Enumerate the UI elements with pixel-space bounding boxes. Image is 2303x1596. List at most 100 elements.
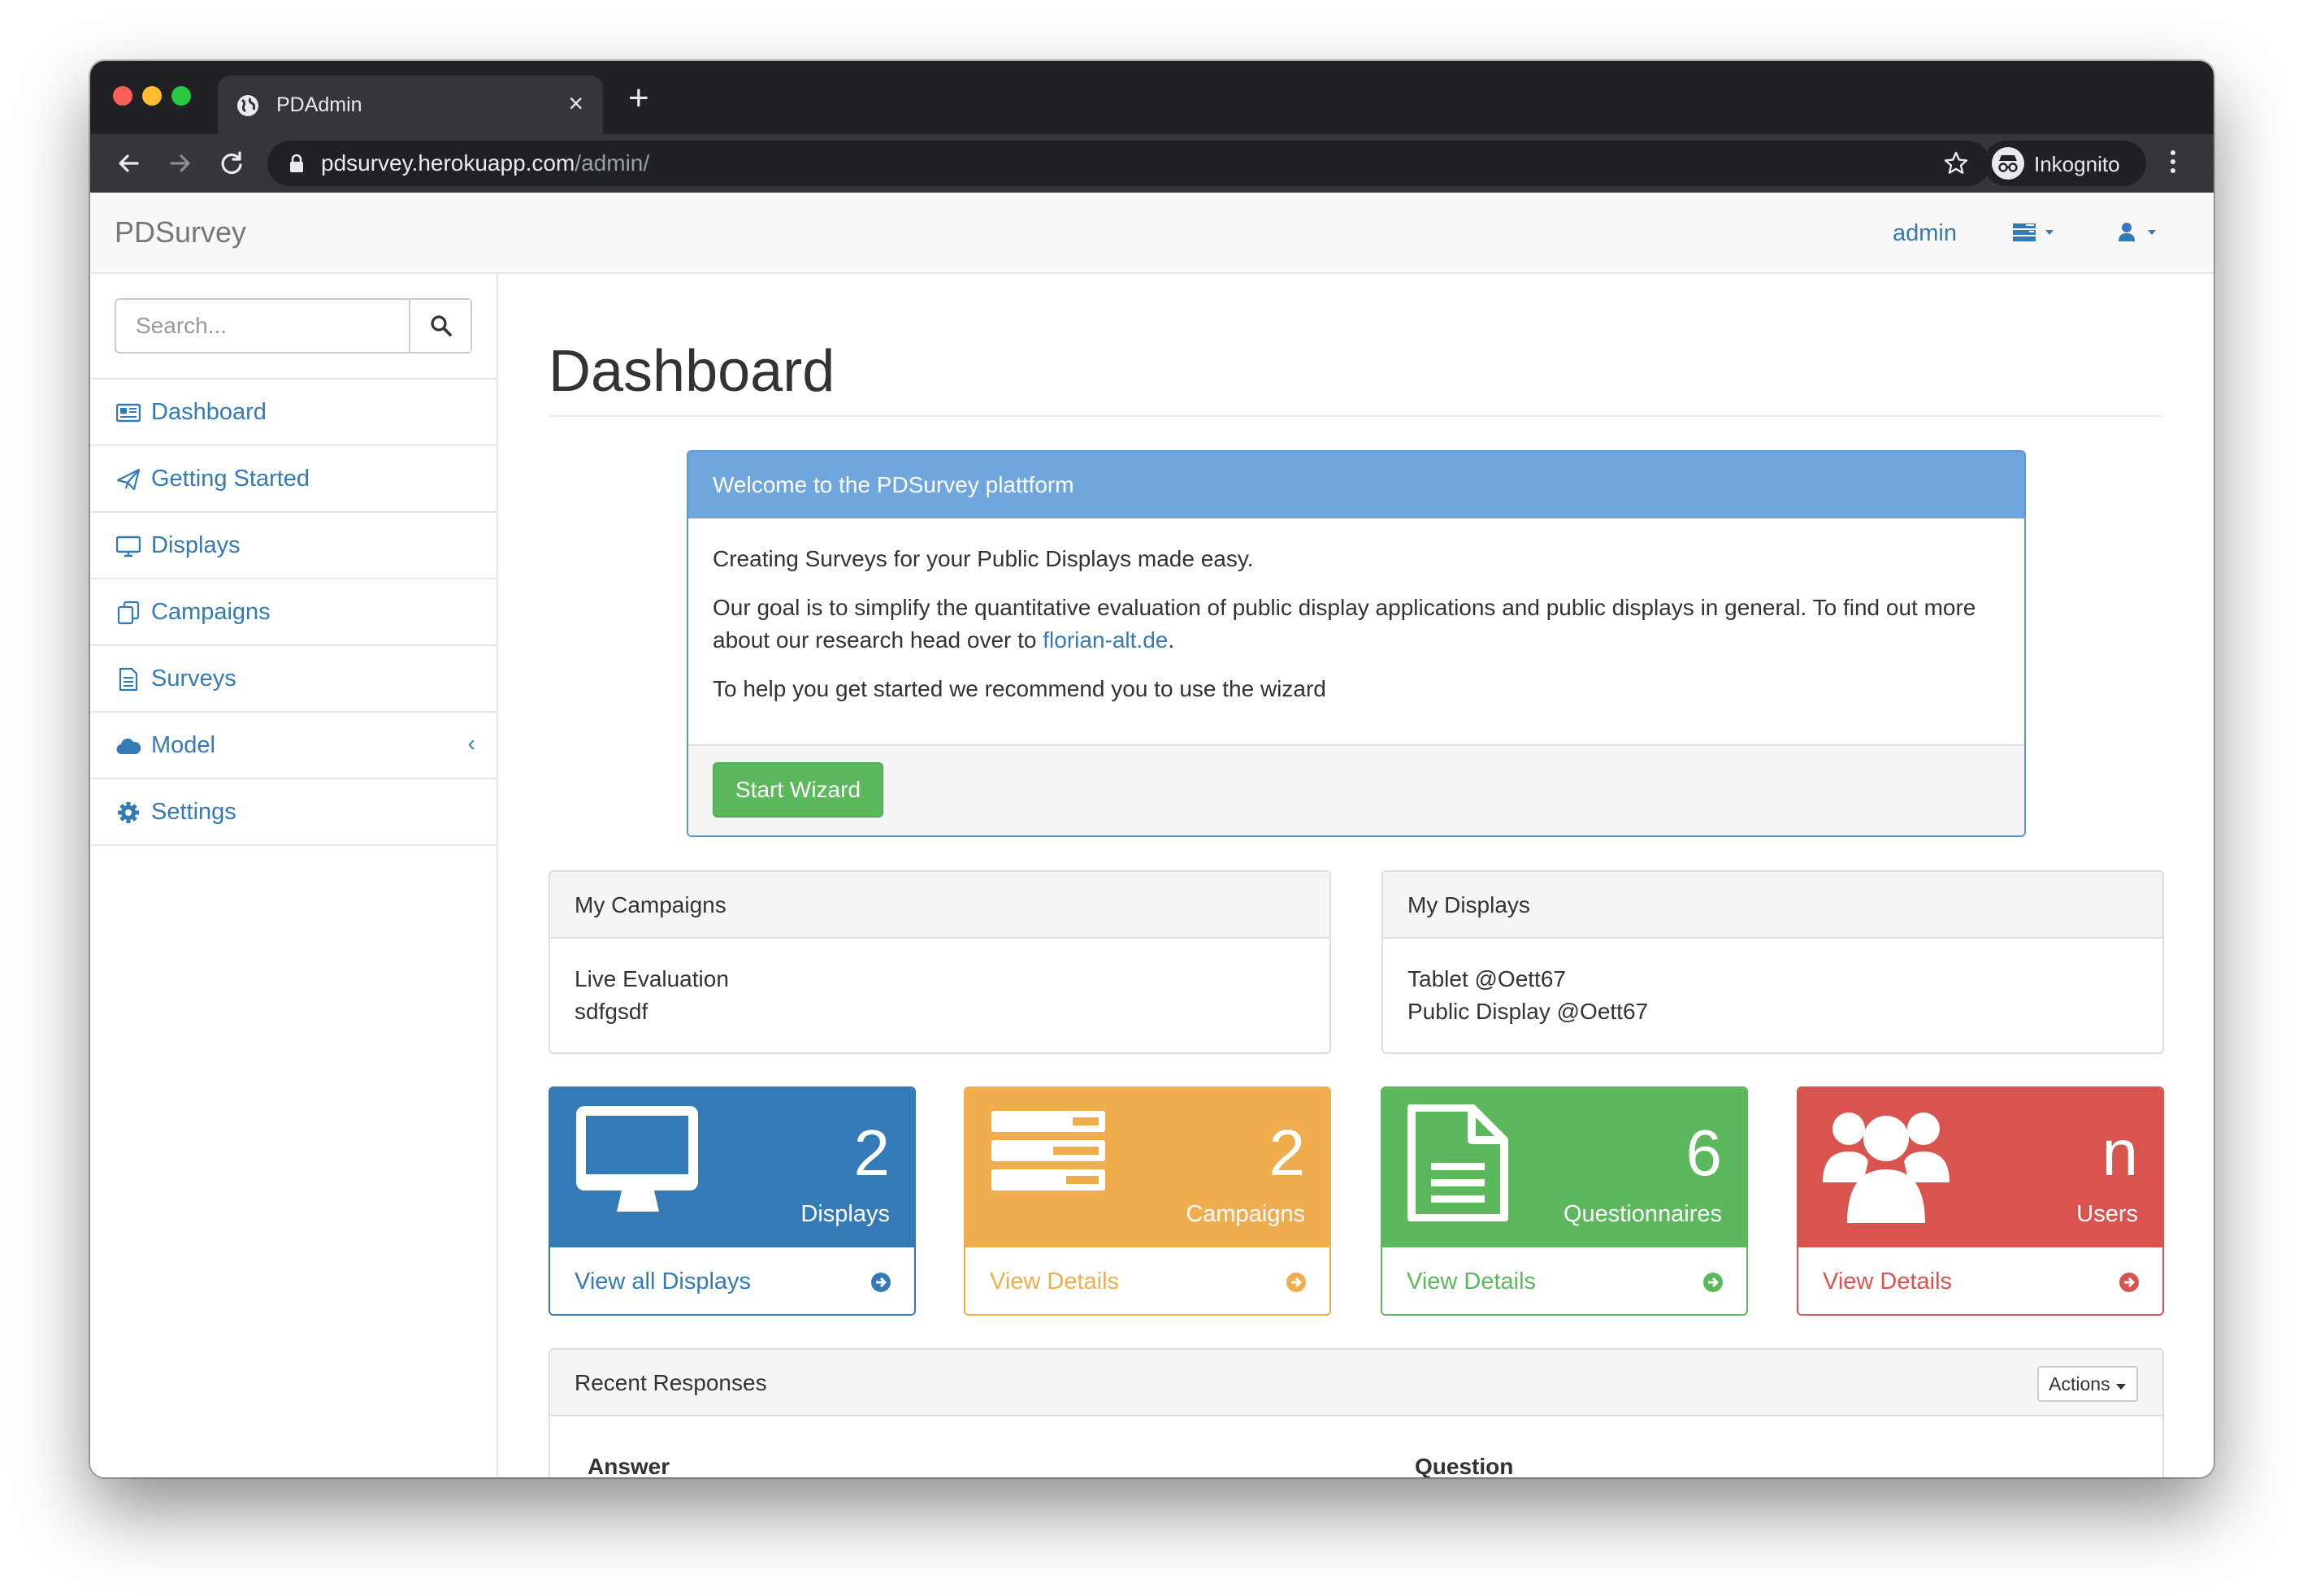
campaign-item: sdfgsdf — [575, 999, 648, 1024]
questionnaires-count: 6 — [1685, 1117, 1723, 1189]
tasks-icon — [991, 1111, 1105, 1190]
page-viewport: PDSurvey admin Search... Dashboard Getti… — [90, 193, 2214, 1477]
search-icon — [431, 315, 452, 336]
incognito-profile-button[interactable]: Inkognito — [1984, 141, 2146, 186]
maximize-window-button[interactable] — [171, 86, 191, 106]
browser-menu-icon[interactable] — [2171, 150, 2179, 177]
sidebar: Dashboard Getting Started Displays — [90, 274, 498, 1477]
lock-icon — [290, 154, 303, 172]
dashboard-icon — [116, 403, 141, 423]
florian-alt-link[interactable]: florian-alt.de — [1043, 627, 1168, 653]
chevron-left-icon: ‹ — [467, 731, 475, 756]
users-view-details-link[interactable]: View Details — [1798, 1247, 2162, 1314]
welcome-body: Creating Surveys for your Public Display… — [688, 518, 2024, 705]
browser-toolbar: pdsurvey.herokuapp.com/admin/ Inkognito — [90, 134, 2214, 193]
display-item: Tablet @Oett67 — [1407, 966, 1566, 991]
users-label: Users — [2076, 1201, 2138, 1227]
recent-responses-heading: Recent Responses — [575, 1370, 767, 1395]
sidebar-item-dashboard[interactable]: Dashboard — [90, 379, 497, 446]
cloud-icon — [116, 738, 141, 755]
tab-strip: PDAdmin × + — [90, 61, 2214, 134]
close-window-button[interactable] — [113, 86, 132, 106]
displays-label: Displays — [800, 1201, 890, 1227]
new-tab-button[interactable]: + — [628, 80, 649, 116]
users-count: n — [2101, 1117, 2139, 1189]
top-navbar: PDSurvey admin — [90, 193, 2214, 274]
welcome-heading: Welcome to the PDSurvey plattform — [688, 452, 2024, 518]
sidebar-item-surveys[interactable]: Surveys — [90, 646, 497, 713]
sidebar-search — [115, 298, 472, 353]
my-campaigns-heading: My Campaigns — [550, 872, 1329, 939]
monitor-icon — [116, 536, 141, 557]
search-input[interactable] — [116, 300, 410, 352]
campaigns-label: Campaigns — [1186, 1201, 1305, 1227]
browser-window: PDAdmin × + pdsurvey.herokuapp.com/admin… — [90, 61, 2214, 1477]
arrow-circle-right-icon — [871, 1273, 891, 1292]
recent-responses-panel: Recent Responses Actions Answer Question — [549, 1348, 2164, 1477]
sidebar-item-displays[interactable]: Displays — [90, 513, 497, 579]
welcome-footer: Start Wizard — [688, 744, 2024, 835]
questionnaires-view-details-link[interactable]: View Details — [1382, 1247, 1746, 1314]
back-icon[interactable] — [113, 147, 145, 180]
address-bar[interactable]: pdsurvey.herokuapp.com/admin/ — [267, 141, 1990, 186]
main-content: Dashboard Welcome to the PDSurvey plattf… — [498, 274, 2214, 1477]
questionnaires-label: Questionnaires — [1563, 1201, 1722, 1227]
welcome-line-2: Our goal is to simplify the quantitative… — [713, 595, 1976, 653]
bookmark-star-icon[interactable] — [1943, 150, 1969, 176]
reload-icon[interactable] — [215, 147, 248, 180]
incognito-icon — [1992, 147, 2024, 180]
url-text: pdsurvey.herokuapp.com/admin/ — [321, 150, 650, 176]
sidebar-menu: Dashboard Getting Started Displays Campa… — [90, 378, 497, 846]
recent-responses-header: Recent Responses Actions — [550, 1350, 2162, 1416]
users-icon — [1823, 1112, 1950, 1223]
arrow-circle-right-icon — [1286, 1273, 1306, 1292]
displays-stat-card: 2 Displays View all Displays — [549, 1086, 916, 1316]
copy-icon — [117, 601, 140, 625]
title-divider — [549, 415, 2164, 417]
displays-count: 2 — [853, 1117, 891, 1189]
tasks-dropdown[interactable] — [2013, 220, 2062, 245]
sidebar-item-settings[interactable]: Settings — [90, 779, 497, 846]
arrow-circle-right-icon — [2119, 1273, 2139, 1292]
sidebar-item-campaigns[interactable]: Campaigns — [90, 579, 497, 646]
welcome-line-1: Creating Surveys for your Public Display… — [713, 546, 1254, 571]
display-item: Public Display @Oett67 — [1407, 999, 1649, 1024]
my-displays-list: Tablet @Oett67 Public Display @Oett67 — [1383, 939, 2162, 1052]
campaigns-count: 2 — [1269, 1117, 1306, 1189]
gear-icon — [118, 802, 139, 823]
desktop-icon — [576, 1106, 698, 1212]
brand-link[interactable]: PDSurvey — [115, 216, 246, 249]
page-title: Dashboard — [549, 339, 835, 404]
my-campaigns-panel: My Campaigns Live Evaluation sdfgsdf — [549, 870, 1331, 1054]
welcome-line-3: To help you get started we recommend you… — [713, 676, 1326, 701]
browser-tab[interactable]: PDAdmin × — [218, 76, 603, 134]
arrow-circle-right-icon — [1703, 1273, 1723, 1292]
actions-dropdown-button[interactable]: Actions — [2037, 1366, 2138, 1402]
column-header-question: Question — [1415, 1454, 1514, 1477]
profile-label: Inkognito — [2034, 152, 2120, 176]
campaign-item: Live Evaluation — [575, 966, 729, 991]
my-displays-panel: My Displays Tablet @Oett67 Public Displa… — [1381, 870, 2164, 1054]
campaigns-view-details-link[interactable]: View Details — [965, 1247, 1329, 1314]
tasks-dropdown-icon — [2013, 223, 2054, 241]
user-dropdown-icon — [2119, 223, 2156, 241]
forward-icon[interactable] — [163, 147, 196, 180]
caret-down-icon — [2116, 1384, 2126, 1390]
search-button[interactable] — [409, 300, 471, 352]
document-icon — [1407, 1104, 1508, 1221]
sidebar-item-getting-started[interactable]: Getting Started — [90, 446, 497, 513]
globe-icon — [237, 95, 258, 116]
view-all-displays-link[interactable]: View all Displays — [550, 1247, 914, 1314]
questionnaires-stat-card: 6 Questionnaires View Details — [1381, 1086, 1748, 1316]
file-text-icon — [119, 667, 138, 692]
minimize-window-button[interactable] — [142, 86, 162, 106]
admin-link[interactable]: admin — [1893, 219, 1957, 248]
campaigns-stat-card: 2 Campaigns View Details — [964, 1086, 1331, 1316]
column-header-answer: Answer — [588, 1454, 670, 1477]
welcome-panel: Welcome to the PDSurvey plattform Creati… — [687, 450, 2026, 837]
start-wizard-button[interactable]: Start Wizard — [713, 762, 884, 818]
user-dropdown[interactable] — [2119, 220, 2167, 245]
close-tab-icon[interactable]: × — [568, 90, 583, 116]
sidebar-item-model[interactable]: Model ‹ — [90, 713, 497, 779]
tab-title: PDAdmin — [276, 93, 362, 116]
